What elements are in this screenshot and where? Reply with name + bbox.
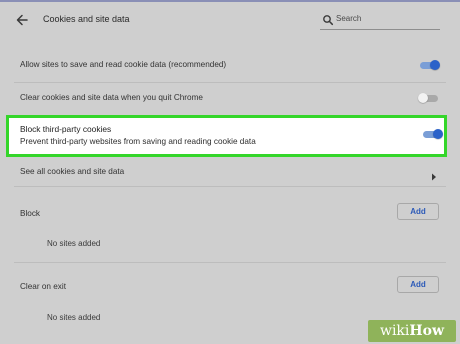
clear-on-exit-empty-text: No sites added	[47, 313, 101, 322]
search-icon	[322, 13, 334, 26]
block-third-party-toggle[interactable]	[421, 128, 443, 140]
block-section-label: Block	[20, 209, 41, 218]
clear-on-exit-section-label: Clear on exit	[20, 282, 66, 291]
clear-on-quit-row[interactable]: Clear cookies and site data when you qui…	[0, 84, 460, 112]
block-third-party-description: Prevent third-party websites from saving…	[20, 137, 256, 146]
divider	[14, 82, 446, 83]
wikihow-watermark: wikiHow	[368, 320, 456, 342]
watermark-how: How	[409, 323, 445, 339]
clear-on-exit-add-button[interactable]: Add	[397, 276, 439, 293]
chevron-right-icon	[431, 168, 437, 181]
page-title: Cookies and site data	[43, 14, 130, 24]
block-add-button[interactable]: Add	[397, 203, 439, 220]
divider	[14, 262, 446, 263]
block-empty-text: No sites added	[47, 239, 101, 248]
clear-on-quit-label: Clear cookies and site data when you qui…	[20, 93, 203, 102]
see-all-cookies-label: See all cookies and site data	[20, 167, 125, 176]
toggle-thumb	[430, 60, 440, 70]
divider	[14, 186, 446, 187]
block-third-party-row[interactable]: Block third-party cookies Prevent third-…	[6, 115, 447, 157]
clear-on-quit-toggle[interactable]	[418, 92, 440, 104]
toggle-thumb	[433, 129, 443, 139]
block-third-party-title: Block third-party cookies	[20, 124, 112, 134]
allow-cookies-toggle[interactable]	[418, 59, 440, 71]
back-arrow-icon[interactable]	[14, 12, 30, 28]
allow-cookies-row[interactable]: Allow sites to save and read cookie data…	[0, 52, 460, 80]
toggle-thumb	[418, 93, 428, 103]
page-header: Cookies and site data Search	[0, 2, 460, 38]
search-field[interactable]: Search	[320, 11, 440, 30]
see-all-cookies-row[interactable]: See all cookies and site data	[0, 160, 460, 184]
allow-cookies-label: Allow sites to save and read cookie data…	[20, 60, 227, 69]
search-placeholder: Search	[336, 14, 362, 23]
watermark-wiki: wiki	[379, 323, 410, 339]
